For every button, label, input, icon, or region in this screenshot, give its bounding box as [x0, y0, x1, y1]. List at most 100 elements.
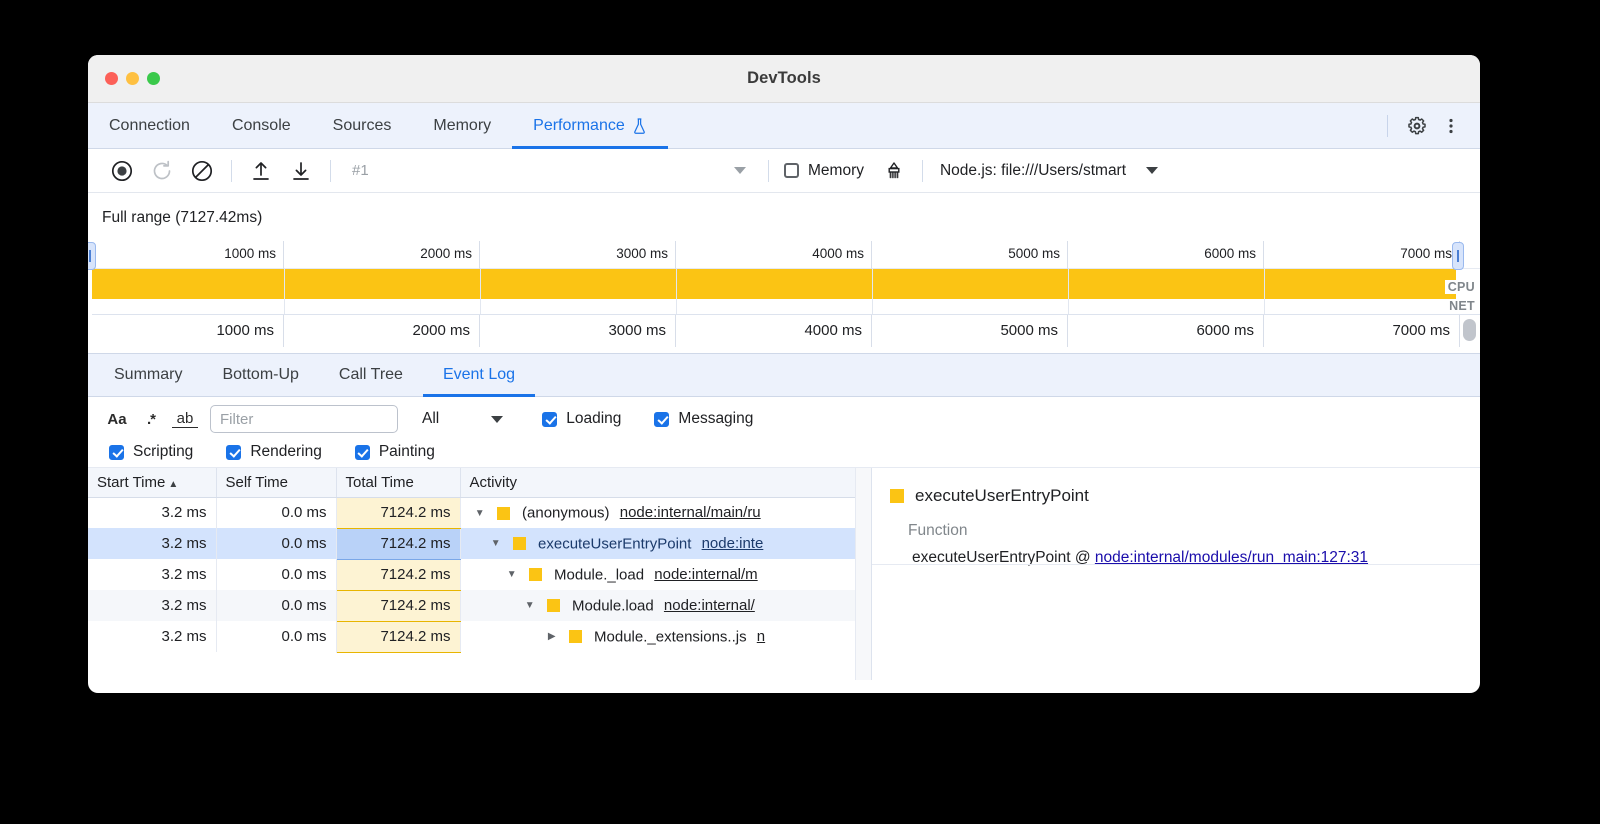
disclosure-triangle-expanded[interactable]: ▼: [473, 508, 487, 519]
column-header-total-time[interactable]: Total Time: [336, 468, 460, 497]
checkbox-box: [109, 445, 124, 460]
category-color-swatch: [497, 507, 510, 520]
more-options-button[interactable]: [1436, 111, 1466, 141]
table-row[interactable]: 3.2 ms 0.0 ms 7124.2 ms ▼ Module._load n…: [88, 559, 855, 590]
collect-garbage-button[interactable]: [874, 156, 914, 186]
table-vertical-scrollbar[interactable]: [855, 468, 871, 680]
activity-source-link[interactable]: node:internal/: [664, 597, 755, 614]
filter-checkbox-scripting[interactable]: Scripting: [100, 443, 193, 461]
column-header-activity[interactable]: Activity: [460, 468, 855, 497]
tick-label: 5000 ms: [958, 315, 1068, 347]
event-log-table: Start Time▲ Self Time Total Time Activit…: [88, 468, 855, 653]
tab-call-tree[interactable]: Call Tree: [319, 354, 423, 396]
clear-recording-button[interactable]: [182, 156, 222, 186]
disclosure-triangle-expanded[interactable]: ▼: [523, 600, 537, 611]
tab-memory[interactable]: Memory: [412, 103, 512, 148]
filter-input[interactable]: Filter: [210, 405, 398, 433]
upload-icon: [250, 160, 272, 182]
event-log-body: Start Time▲ Self Time Total Time Activit…: [88, 467, 1480, 680]
tick-label: 2000 ms: [370, 315, 480, 347]
cell-start-time: 3.2 ms: [88, 621, 216, 652]
activity-source-link[interactable]: node:internal/m: [654, 566, 757, 583]
tab-sources[interactable]: Sources: [312, 103, 413, 148]
category-color-swatch: [890, 489, 904, 503]
activity-source-link[interactable]: n: [757, 628, 765, 645]
save-profile-button[interactable]: [281, 156, 321, 186]
match-case-button[interactable]: Aa: [100, 411, 134, 428]
duration-select-caret[interactable]: [491, 416, 503, 423]
checkbox-box: [355, 445, 370, 460]
cell-activity: ▼ Module.load node:internal/: [460, 590, 855, 621]
disclosure-triangle-expanded[interactable]: ▼: [489, 538, 503, 549]
divider: [1387, 115, 1388, 137]
checkbox-label: Messaging: [678, 410, 753, 428]
context-selector-caret[interactable]: [1146, 167, 1158, 174]
filter-checkbox-loading[interactable]: Loading: [533, 410, 621, 428]
overview-scrollbar-thumb[interactable]: [1463, 319, 1476, 341]
regex-button[interactable]: .*: [134, 411, 168, 428]
filter-placeholder: Filter: [220, 411, 253, 428]
disclosure-triangle-collapsed[interactable]: ▶: [545, 631, 559, 642]
table-row[interactable]: 3.2 ms 0.0 ms 7124.2 ms ▶ Module._extens…: [88, 621, 855, 652]
table-row[interactable]: 3.2 ms 0.0 ms 7124.2 ms ▼ executeUserEnt…: [88, 528, 855, 559]
table-header-row: Start Time▲ Self Time Total Time Activit…: [88, 468, 855, 497]
tab-performance[interactable]: Performance: [512, 103, 668, 148]
column-header-start-time[interactable]: Start Time▲: [88, 468, 216, 497]
overview-bands[interactable]: CPU NET: [92, 269, 1480, 314]
column-header-self-time[interactable]: Self Time: [216, 468, 336, 497]
record-button[interactable]: [102, 156, 142, 186]
load-profile-button[interactable]: [241, 156, 281, 186]
tab-summary[interactable]: Summary: [94, 354, 202, 396]
range-handle-right[interactable]: [1452, 242, 1464, 270]
details-title: executeUserEntryPoint: [890, 486, 1480, 506]
filter-checkbox-painting[interactable]: Painting: [346, 443, 435, 461]
memory-checkbox[interactable]: Memory: [784, 162, 864, 180]
duration-select-label[interactable]: All: [422, 410, 439, 428]
checkbox-box: [654, 412, 669, 427]
tab-connection[interactable]: Connection: [88, 103, 211, 148]
activity-name: executeUserEntryPoint: [538, 535, 691, 552]
tick-label: 3000 ms: [580, 241, 676, 269]
reload-and-record-button[interactable]: [142, 156, 182, 186]
timeline-overview: Full range (7127.42ms) 1000 ms 2000 ms 3…: [88, 193, 1480, 353]
tab-bottom-up[interactable]: Bottom-Up: [202, 354, 318, 396]
tick-label: 4000 ms: [762, 315, 872, 347]
checkbox-box: [226, 445, 241, 460]
checkbox-box: [542, 412, 557, 427]
grid-line: [872, 269, 873, 314]
tab-label: Console: [232, 117, 291, 135]
context-selector-label[interactable]: Node.js: file:///Users/stmart: [940, 162, 1126, 180]
filter-checkbox-rendering[interactable]: Rendering: [217, 443, 322, 461]
cpu-activity-bar: [92, 269, 1456, 299]
flask-icon: [632, 117, 647, 135]
cell-total-time: 7124.2 ms: [336, 621, 460, 652]
table-row[interactable]: 3.2 ms 0.0 ms 7124.2 ms ▼ (anonymous) no…: [88, 497, 855, 528]
table-row[interactable]: 3.2 ms 0.0 ms 7124.2 ms ▼ Module.load no…: [88, 590, 855, 621]
divider: [330, 160, 331, 182]
activity-source-link[interactable]: node:inte: [702, 535, 764, 552]
tick-label: 1000 ms: [188, 241, 284, 269]
tab-event-log[interactable]: Event Log: [423, 354, 535, 396]
grid-line: [676, 269, 677, 314]
activity-source-link[interactable]: node:internal/main/ru: [620, 504, 761, 521]
checkbox-label: Loading: [566, 410, 621, 428]
range-handle-left[interactable]: [88, 242, 96, 270]
grid-line: [284, 269, 285, 314]
filter-checkbox-messaging[interactable]: Messaging: [645, 410, 753, 428]
disclosure-triangle-expanded[interactable]: ▼: [505, 569, 519, 580]
title-bar: DevTools: [88, 55, 1480, 103]
recording-select-caret[interactable]: [734, 167, 746, 174]
column-label: Start Time: [97, 474, 165, 491]
panel-tabbar: Connection Console Sources Memory Perfor…: [88, 103, 1480, 149]
tab-label: Connection: [109, 117, 190, 135]
tab-label: Memory: [433, 117, 491, 135]
net-band-label: NET: [1446, 299, 1478, 313]
settings-button[interactable]: [1402, 111, 1432, 141]
whole-word-button[interactable]: ab: [172, 410, 198, 428]
gear-icon: [1407, 116, 1427, 136]
recording-select-label[interactable]: #1: [352, 162, 734, 179]
sort-ascending-icon: ▲: [168, 479, 178, 490]
cell-total-time: 7124.2 ms: [336, 590, 460, 621]
overview-ruler: 1000 ms 2000 ms 3000 ms 4000 ms 5000 ms …: [88, 241, 1480, 353]
tab-console[interactable]: Console: [211, 103, 312, 148]
